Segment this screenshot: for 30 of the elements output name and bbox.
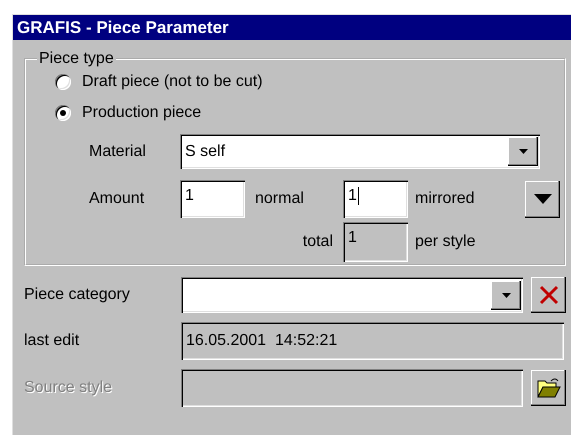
down-arrow-icon xyxy=(502,292,510,298)
dropdown-value: S self xyxy=(185,142,226,160)
material-label: Material xyxy=(89,142,147,160)
open-folder-icon xyxy=(536,377,560,399)
piece-category-dropdown[interactable] xyxy=(181,277,523,313)
down-arrow-icon xyxy=(534,194,552,204)
radio-button[interactable] xyxy=(55,74,71,90)
amount-label: Amount xyxy=(89,190,146,208)
mirrored-amount-field[interactable]: 1 xyxy=(343,180,408,218)
expand-button[interactable] xyxy=(525,180,560,218)
total-label: total xyxy=(302,233,333,251)
normal-label: normal xyxy=(255,190,305,208)
group-legend: Piece type xyxy=(37,50,116,68)
mirrored-label: mirrored xyxy=(415,190,476,208)
radio-label[interactable]: Draft piece (not to be cut) xyxy=(82,72,263,90)
piece-category-label: Piece category xyxy=(24,286,131,304)
material-dropdown[interactable]: S self xyxy=(180,134,540,169)
source-style-label: Source style xyxy=(24,379,114,397)
total-field: 1 xyxy=(343,222,408,262)
window-title: GRAFIS - Piece Parameter xyxy=(13,15,571,40)
x-icon xyxy=(538,285,558,305)
radio-button[interactable] xyxy=(55,104,71,120)
per-style-label: per style xyxy=(415,233,476,251)
radio-label[interactable]: Production piece xyxy=(82,104,202,122)
down-arrow-icon xyxy=(518,149,528,154)
folder-button[interactable] xyxy=(531,370,566,406)
close-icon-button[interactable] xyxy=(531,277,566,313)
normal-amount-field[interactable]: 1 xyxy=(180,180,245,218)
last-edit-label: last edit xyxy=(24,332,80,350)
last-edit-field: 16.05.2001 14:52:21 xyxy=(181,322,564,360)
